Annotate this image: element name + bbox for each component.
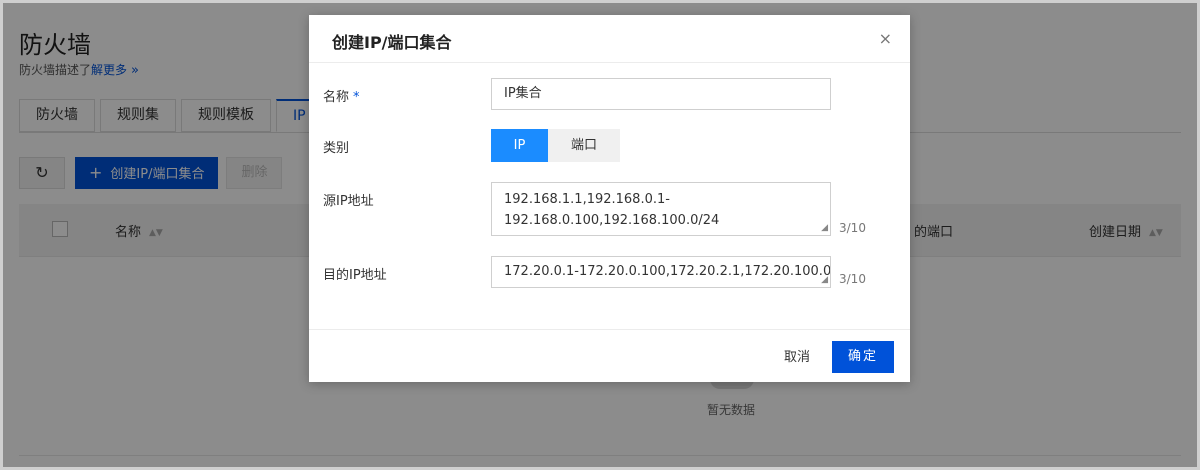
required-mark: * — [353, 90, 360, 105]
type-option-port[interactable]: 端口 — [548, 129, 620, 162]
confirm-button[interactable]: 确定 — [832, 341, 894, 373]
source-ip-count: 3/10 — [839, 221, 866, 235]
dest-ip-textarea[interactable]: 172.20.0.1-172.20.0.100,172.20.2.1,172.2… — [491, 256, 831, 288]
type-label: 类别 — [323, 141, 350, 156]
name-label-text: 名称 — [323, 90, 350, 105]
source-ip-textarea[interactable]: 192.168.1.1,192.168.0.1- 192.168.0.100,1… — [491, 182, 831, 236]
resize-handle-icon[interactable]: ◢ — [821, 276, 828, 285]
dest-ip-value: 172.20.0.1-172.20.0.100,172.20.2.1,172.2… — [504, 264, 831, 279]
dialog-title: 创建IP/端口集合 — [332, 33, 452, 52]
source-ip-label: 源IP地址 — [323, 194, 374, 209]
name-input[interactable]: IP集合 — [491, 78, 831, 110]
source-ip-line-2: 192.168.0.100,192.168.100.0/24 — [504, 213, 720, 228]
source-ip-line-1: 192.168.1.1,192.168.0.1- — [504, 192, 670, 207]
type-segmented-control: IP 端口 — [491, 129, 620, 162]
dialog-header: 创建IP/端口集合 × — [309, 15, 910, 63]
dest-ip-label: 目的IP地址 — [323, 268, 387, 283]
name-label: 名称 * — [323, 86, 360, 105]
type-option-ip[interactable]: IP — [491, 129, 548, 162]
dialog-footer: 取消 确定 — [309, 329, 910, 382]
create-set-dialog: 创建IP/端口集合 × 名称 * IP集合 类别 IP 端口 源IP地址 192.… — [309, 15, 910, 382]
resize-handle-icon[interactable]: ◢ — [821, 224, 828, 233]
dest-ip-count: 3/10 — [839, 272, 866, 286]
close-icon[interactable]: × — [879, 29, 892, 48]
cancel-button[interactable]: 取消 — [784, 346, 810, 365]
